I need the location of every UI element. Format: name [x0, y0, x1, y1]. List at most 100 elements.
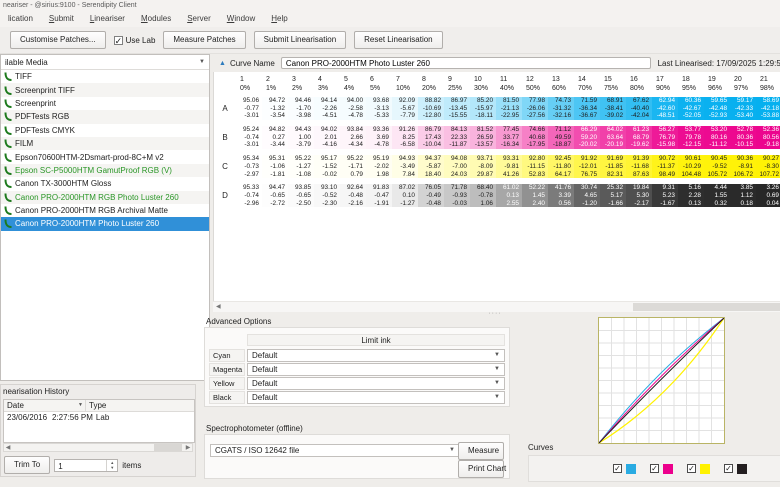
curve-checkbox-black[interactable]: ✓ — [724, 464, 733, 473]
media-item[interactable]: Canon PRO-2000HTM Photo Luster 260 — [1, 217, 209, 231]
use-lab-checkbox-wrap[interactable]: ✓ Use Lab — [113, 35, 155, 45]
limit-ink-select-yellow[interactable]: Default ▼ — [247, 377, 505, 390]
curve-toggle-black: ✓ — [724, 463, 747, 474]
scroll-right-icon[interactable]: ▶ — [184, 444, 192, 452]
patch-cell: -42.18 — [756, 104, 780, 113]
spinner-arrows-icon[interactable]: ▲ ▼ — [106, 459, 117, 471]
history-hscrollbar[interactable]: ◀ ▶ — [3, 443, 193, 452]
curve-checkbox-cyan[interactable]: ✓ — [613, 464, 622, 473]
media-item[interactable]: TIFF — [1, 70, 209, 83]
curve-icon — [4, 219, 12, 229]
patch-cell: -3.01 — [236, 141, 262, 150]
patch-cell: 90.45 — [704, 155, 730, 163]
menu-item-window[interactable]: Window — [219, 11, 263, 26]
patch-cell: 86.97 — [444, 97, 470, 105]
media-item[interactable]: Epson70600HTM-2Dsmart-prod-8C+M v2 — [1, 150, 209, 163]
patch-cell: 76.05 — [418, 184, 444, 192]
patch-cell: -1.20 — [574, 199, 600, 208]
scroll-left-icon[interactable]: ◀ — [4, 444, 12, 452]
media-item[interactable]: Canon TX-3000HTM Gloss — [1, 177, 209, 190]
patch-cell: 90.72 — [652, 155, 678, 163]
menu-item-lication[interactable]: lication — [0, 11, 41, 26]
curve-icon — [4, 99, 12, 108]
patch-cell: 90.36 — [730, 155, 756, 163]
column-header: 21 98% — [760, 76, 775, 92]
limit-ink-select-black[interactable]: Default ▼ — [247, 391, 505, 404]
patch-cell: -42.48 — [704, 104, 730, 113]
patch-cell: 52.83 — [522, 170, 548, 179]
patch-cell: 95.34 — [236, 155, 262, 163]
limit-ink-select-cyan[interactable]: Default ▼ — [247, 349, 505, 362]
history-table: Date ▼ Type 23/06/2016 2:27:56 PM Lab — [3, 399, 195, 443]
patch-cell: -1.67 — [652, 199, 678, 208]
media-item[interactable]: Canon PRO-2000HTM RGB Photo Luster 260 — [1, 190, 209, 204]
media-item[interactable]: Epson SC-P5000HTM GamutProof RGB (V) — [1, 163, 209, 178]
available-media-panel: ilable Media ▼ TIFF Screenprint TIFF Scree… — [0, 54, 210, 381]
limit-ink-row-yellow: Yellow Default ▼ — [209, 377, 505, 390]
print-chart-button[interactable]: Print Chart — [458, 460, 506, 478]
history-scroll-thumb[interactable] — [154, 444, 182, 451]
menu-item-lineariser[interactable]: Lineariser — [82, 11, 133, 26]
patch-cell: 5.23 — [652, 191, 678, 200]
menu-item-server[interactable]: Server — [179, 11, 219, 26]
history-col-type[interactable]: Type — [86, 400, 194, 411]
curve-checkbox-magenta[interactable]: ✓ — [650, 464, 659, 473]
use-lab-checkbox[interactable]: ✓ — [113, 35, 123, 45]
media-list: TIFF Screenprint TIFF Screenprint PDFTests … — [1, 70, 209, 231]
history-table-header: Date ▼ Type — [4, 400, 194, 412]
media-item[interactable]: FILM — [1, 136, 209, 151]
patch-cell: 22.33 — [444, 133, 470, 142]
trim-to-button[interactable]: Trim To — [4, 456, 51, 474]
patch-cell: 98.49 — [652, 170, 678, 179]
patch-cell: 2.55 — [496, 199, 522, 208]
patch-table-scroll-thumb[interactable] — [632, 303, 780, 311]
media-item[interactable]: Canon PRO-2000HTM RGB Archival Matte — [1, 204, 209, 217]
patch-cell: 95.19 — [366, 155, 392, 163]
customise-patches-button[interactable]: Customise Patches... — [10, 31, 106, 49]
splitter-handle[interactable]: ···· — [487, 310, 503, 317]
history-col-date[interactable]: Date ▼ — [4, 400, 86, 411]
menu-item-modules[interactable]: Modules — [133, 11, 179, 26]
collapse-triangle-icon[interactable]: ▲ — [219, 60, 226, 67]
patch-cell: -0.77 — [236, 104, 262, 113]
media-item[interactable]: PDFTests CMYK — [1, 124, 209, 137]
media-item[interactable]: Screenprint TIFF — [1, 83, 209, 97]
limit-ink-select-magenta[interactable]: Default ▼ — [247, 363, 505, 376]
patch-cell: -1.27 — [288, 162, 314, 171]
patch-cell: -1.32 — [262, 104, 288, 113]
history-row[interactable]: 23/06/2016 2:27:56 PM Lab — [4, 412, 194, 423]
patch-cell: 2.28 — [678, 191, 704, 200]
patch-cell: -4.78 — [340, 112, 366, 121]
patch-cell: 88.82 — [418, 97, 444, 105]
patch-cell: 0.27 — [262, 133, 288, 142]
patch-cell: -10.04 — [418, 141, 444, 150]
trim-count-input[interactable]: 1 ▲ ▼ — [54, 458, 119, 472]
curve-checkbox-yellow[interactable]: ✓ — [687, 464, 696, 473]
selected-value: Default — [252, 379, 278, 388]
menu-item-help[interactable]: Help — [263, 11, 295, 26]
curve-icon — [4, 86, 12, 95]
scroll-left-icon[interactable]: ◀ — [216, 304, 221, 311]
media-item[interactable]: PDFTests RGB — [1, 110, 209, 124]
measure-button[interactable]: Measure — [458, 442, 504, 460]
patch-cell: 33.77 — [496, 133, 522, 142]
reset-linearisation-button[interactable]: Reset Linearisation — [354, 31, 443, 49]
measure-patches-button[interactable]: Measure Patches — [163, 31, 246, 49]
patch-cell: 94.47 — [262, 184, 288, 192]
curve-name-input[interactable] — [280, 57, 651, 69]
patch-cell: 67.62 — [626, 97, 652, 105]
limit-ink-label: Yellow — [209, 377, 245, 390]
submit-linearisation-button[interactable]: Submit Linearisation — [253, 31, 347, 49]
spectro-file-select[interactable]: CGATS / ISO 12642 file ▼ — [210, 444, 460, 457]
color-swatch-black — [737, 463, 747, 474]
patch-cell: 71.59 — [574, 97, 600, 105]
patch-cell: 59.65 — [704, 97, 730, 105]
menu-item-submit[interactable]: Submit — [41, 11, 82, 26]
patch-cell: 19.84 — [626, 184, 652, 192]
patch-cell: 40.68 — [522, 133, 548, 142]
patch-cell: -0.65 — [288, 191, 314, 200]
patch-cell: -5.33 — [366, 112, 392, 121]
patch-cell: 29.87 — [470, 170, 496, 179]
chevron-down-icon[interactable]: ▼ — [199, 59, 205, 65]
media-item[interactable]: Screenprint — [1, 97, 209, 110]
